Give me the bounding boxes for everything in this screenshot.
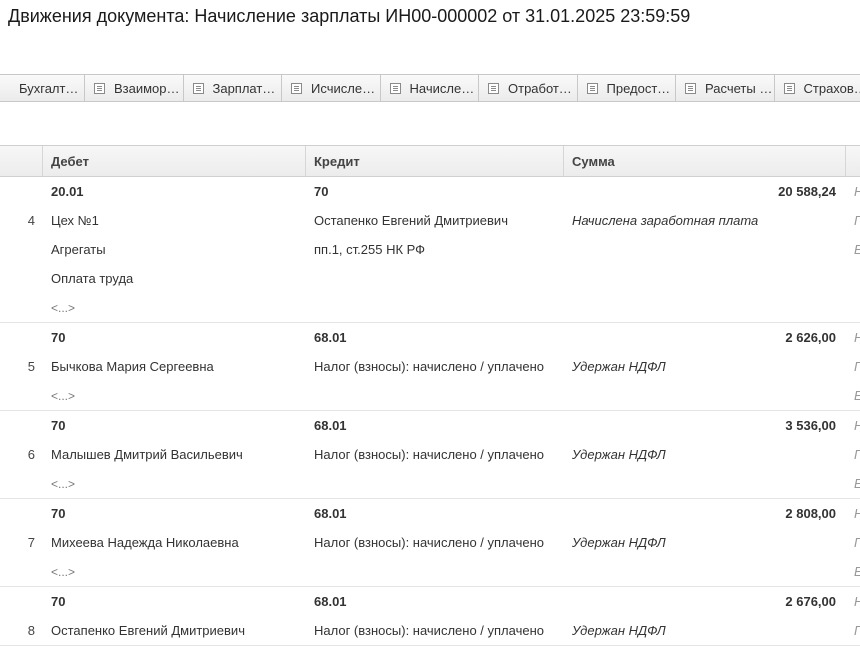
content-cell: Г: [846, 616, 860, 645]
table-header: Дебет Кредит Сумма: [0, 145, 860, 177]
table-row[interactable]: 70 68.01 3 536,00 Н 6 Малышев Дмитрий Ва…: [0, 411, 860, 499]
operation-content: Удержан НДФЛ: [572, 535, 666, 550]
tab-calculated-ndfl[interactable]: Исчисленный НДФЛ: [282, 74, 381, 102]
more-subconto[interactable]: <...>: [43, 469, 306, 498]
register-tabs: Бухгалтерский и налоговый учет Взаиморас…: [0, 74, 860, 102]
credit-subconto: Налог (взносы): начислено / уплачено: [314, 359, 544, 374]
more-subconto[interactable]: <...>: [43, 293, 306, 322]
content-cell: Г: [846, 440, 860, 469]
amount: 20 588,24: [778, 184, 836, 199]
content-cell: Н: [846, 411, 860, 440]
debit-account: 70: [51, 330, 66, 345]
amount: 3 536,00: [785, 418, 836, 433]
tab-label: Отработанное время: [508, 80, 576, 96]
tab-label: Бухгалтерский и налоговый учет: [19, 80, 84, 96]
toolbar-area: [0, 102, 860, 146]
tab-label: Расчеты с бюджетом: [705, 80, 773, 96]
register-icon: [685, 82, 696, 94]
debit-account: 20.01: [51, 184, 84, 199]
register-icon: [783, 82, 795, 94]
content-cell: Н: [846, 587, 860, 616]
column-header-sum[interactable]: Сумма: [564, 146, 846, 176]
credit-subconto: Налог (взносы): начислено / уплачено: [314, 447, 544, 462]
content-cell: Н: [846, 323, 860, 352]
register-icon: [94, 82, 105, 94]
operation-content: Удержан НДФЛ: [572, 359, 666, 374]
more-subconto[interactable]: <...>: [43, 381, 306, 410]
debit-subconto: Оплата труда: [51, 271, 134, 286]
more-subconto[interactable]: <...>: [43, 557, 306, 586]
register-icon: [586, 82, 598, 94]
column-header-credit[interactable]: Кредит: [306, 146, 564, 176]
tab-accruals[interactable]: Начисления сотрудникам: [380, 74, 479, 102]
credit-subconto: пп.1, ст.255 НК РФ: [314, 242, 426, 257]
tab-salary-payable[interactable]: Зарплата к выплате: [183, 74, 282, 102]
tab-label: Исчисленный НДФЛ: [311, 80, 379, 96]
row-number: 8: [27, 623, 35, 638]
credit-account: 68.01: [314, 330, 347, 345]
content-cell: Г: [846, 528, 860, 557]
content-cell: Н: [846, 499, 860, 528]
amount: 2 676,00: [785, 594, 836, 609]
debit-subconto: Остапенко Евгений Дмитриевич: [51, 623, 245, 638]
debit-subconto: Малышев Дмитрий Васильевич: [51, 447, 243, 462]
tab-label: Взаиморасчеты с сотрудниками: [114, 80, 182, 96]
row-number: 6: [27, 447, 35, 462]
credit-subconto: Налог (взносы): начислено / уплачено: [314, 623, 544, 638]
debit-subconto: Михеева Надежда Николаевна: [51, 535, 239, 550]
credit-subconto: Остапенко Евгений Дмитриевич: [314, 213, 508, 228]
debit-subconto: Цех №1: [51, 213, 99, 228]
register-icon: [192, 82, 204, 94]
content-cell: Г: [846, 206, 860, 235]
page-title: Движения документа: Начисление зарплаты …: [8, 6, 691, 26]
debit-account: 70: [51, 594, 66, 609]
tab-deductions[interactable]: Предоставленные вычеты: [577, 74, 676, 102]
column-header-content[interactable]: [846, 146, 860, 176]
register-icon: [488, 82, 499, 94]
register-icon: [389, 82, 401, 94]
table-row[interactable]: 70 68.01 2 676,00 Н 8 Остапенко Евгений …: [0, 587, 860, 646]
debit-account: 70: [51, 418, 66, 433]
credit-account: 68.01: [314, 594, 347, 609]
content-cell: Е: [846, 557, 860, 586]
tab-label: Страховые взносы: [803, 80, 860, 96]
table-row[interactable]: 20.01 70 20 588,24 Н 4 Цех №1 Остапенко …: [0, 177, 860, 323]
tab-label: Предоставленные вычеты: [606, 80, 675, 96]
tab-label: Начисления сотрудникам: [409, 80, 478, 96]
debit-account: 70: [51, 506, 66, 521]
operation-content: Удержан НДФЛ: [572, 623, 666, 638]
register-icon: [291, 82, 302, 94]
tab-settlements[interactable]: Взаиморасчеты с сотрудниками: [85, 74, 184, 102]
row-number: 5: [27, 359, 35, 374]
tab-insurance[interactable]: Страховые взносы: [774, 74, 860, 102]
debit-subconto: Агрегаты: [51, 242, 106, 257]
column-header-debit[interactable]: Дебет: [43, 146, 306, 176]
table-row[interactable]: 70 68.01 2 808,00 Н 7 Михеева Надежда Ни…: [0, 499, 860, 587]
credit-account: 68.01: [314, 506, 347, 521]
row-number: 7: [27, 535, 35, 550]
content-cell: Г: [846, 352, 860, 381]
content-cell: Н: [846, 177, 860, 206]
amount: 2 626,00: [785, 330, 836, 345]
row-number: 4: [27, 213, 35, 228]
operation-content: Начислена заработная плата: [572, 213, 759, 228]
credit-subconto: Налог (взносы): начислено / уплачено: [314, 535, 544, 550]
debit-subconto: Бычкова Мария Сергеевна: [51, 359, 214, 374]
content-cell: Е: [846, 235, 860, 264]
table-row[interactable]: 70 68.01 2 626,00 Н 5 Бычкова Мария Серг…: [0, 323, 860, 411]
operation-content: Удержан НДФЛ: [572, 447, 666, 462]
credit-account: 68.01: [314, 418, 347, 433]
column-header-number[interactable]: [0, 146, 43, 176]
tab-worked-time[interactable]: Отработанное время: [479, 74, 578, 102]
content-cell: Е: [846, 469, 860, 498]
tab-budget-settlements[interactable]: Расчеты с бюджетом: [676, 74, 775, 102]
tab-label: Зарплата к выплате: [212, 80, 281, 96]
credit-account: 70: [314, 184, 329, 199]
amount: 2 808,00: [785, 506, 836, 521]
tab-accounting[interactable]: Бухгалтерский и налоговый учет: [0, 74, 85, 102]
content-cell: Е: [846, 381, 860, 410]
postings-table: Дебет Кредит Сумма 20.01 70 20 588,24 Н …: [0, 145, 860, 646]
